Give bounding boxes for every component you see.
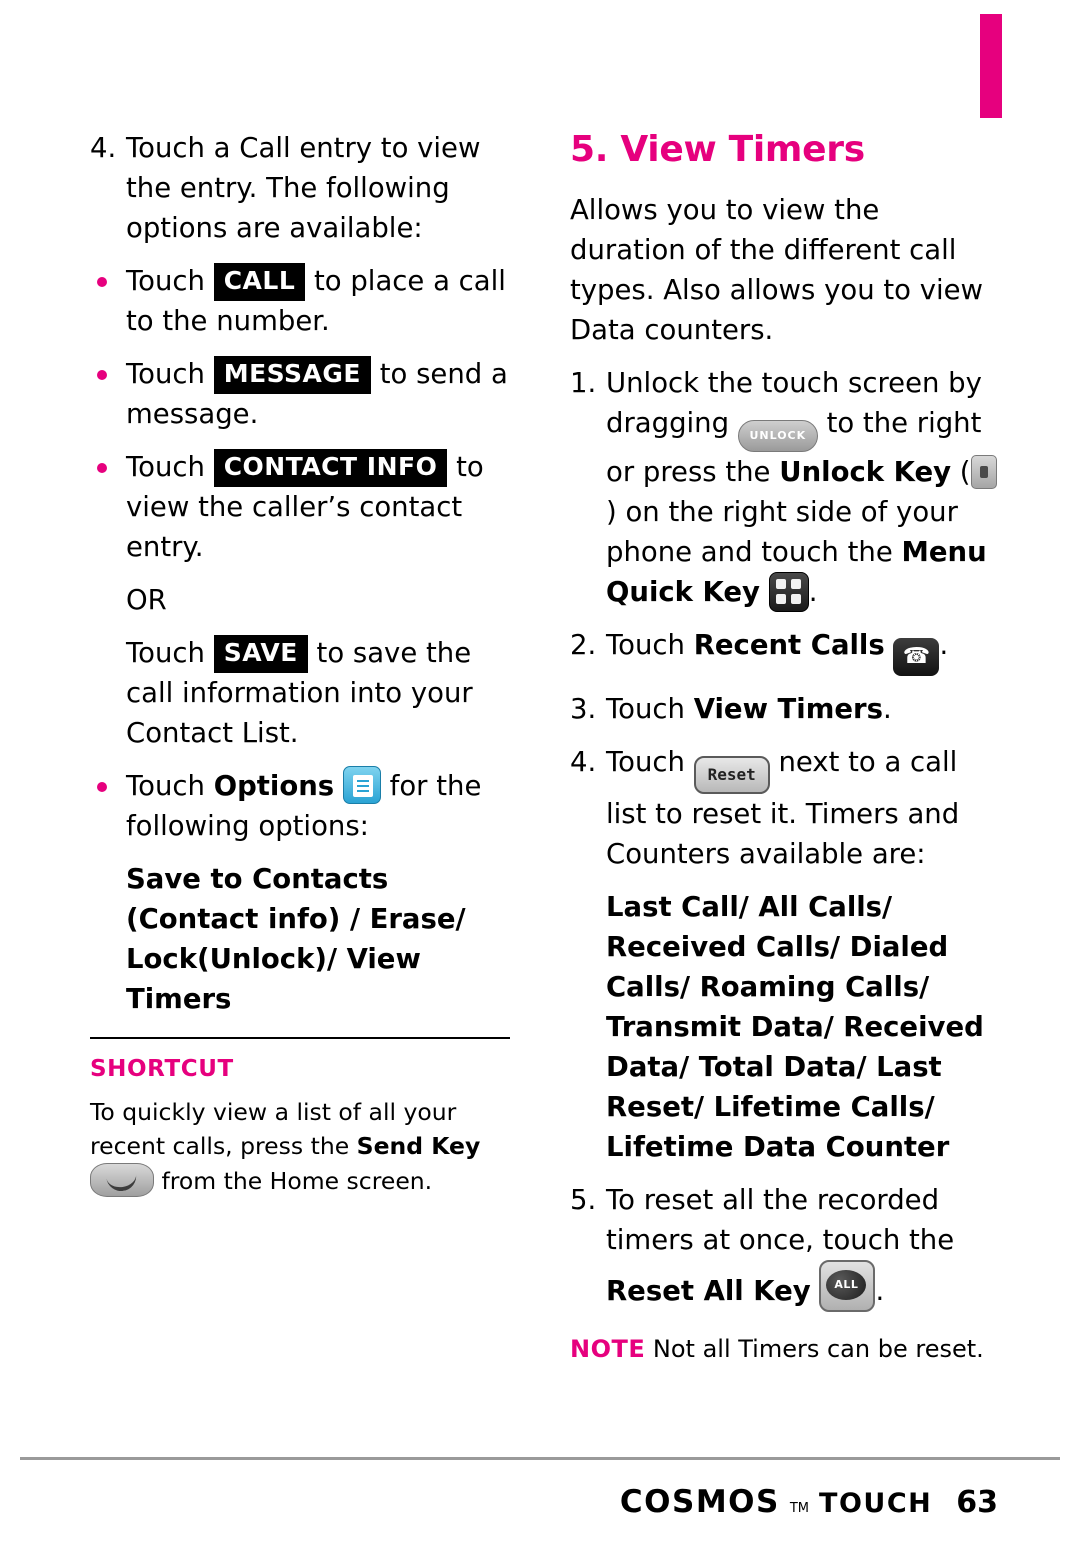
reset-button-icon: Reset bbox=[693, 756, 770, 794]
step5-post: . bbox=[875, 1275, 885, 1307]
bullet-message-pre: Touch bbox=[126, 358, 205, 390]
left-step-4: 4. Touch a Call entry to view the entry.… bbox=[90, 128, 510, 248]
right-step-4-number: 4. bbox=[570, 746, 597, 778]
right-step-2: 2. Touch Recent Calls ☎. bbox=[570, 625, 1000, 676]
brand-name: COSMOS bbox=[619, 1484, 780, 1520]
right-step-2-number: 2. bbox=[570, 629, 597, 661]
brand-subname: TOUCH bbox=[819, 1488, 933, 1519]
note-label: NOTE bbox=[570, 1335, 646, 1363]
bullet-call-pre: Touch bbox=[126, 265, 205, 297]
left-column: 4. Touch a Call entry to view the entry.… bbox=[90, 128, 510, 1198]
page-footer: COSMOS TM TOUCH 63 bbox=[620, 1484, 998, 1520]
manual-page: 4. Touch a Call entry to view the entry.… bbox=[0, 0, 1080, 1552]
bullet-options: Touch Options for the following options: bbox=[90, 766, 510, 846]
right-step-1: 1. Unlock the touch screen by dragging U… bbox=[570, 363, 1000, 612]
bullet-contact-pre: Touch bbox=[126, 451, 205, 483]
recent-calls-bold: Recent Calls bbox=[693, 629, 885, 661]
reset-all-key-icon bbox=[819, 1260, 876, 1312]
options-list-icon bbox=[342, 766, 381, 804]
left-step-4-number: 4. bbox=[90, 132, 117, 164]
bullet-contact-info: Touch CONTACT INFO to view the caller’s … bbox=[90, 447, 510, 567]
page-tab-marker bbox=[980, 14, 1002, 118]
save-pre: Touch bbox=[126, 637, 205, 669]
step4-pre: Touch bbox=[606, 746, 685, 778]
bullet-message: Touch MESSAGE to send a message. bbox=[90, 354, 510, 434]
save-paragraph: Touch SAVE to save the call information … bbox=[90, 633, 510, 753]
left-step-4-text: Touch a Call entry to view the entry. Th… bbox=[126, 132, 481, 244]
right-step-4: 4. Touch Reset next to a call list to re… bbox=[570, 742, 1000, 874]
section-heading: 5. View Timers bbox=[570, 129, 865, 170]
step5-pre: To reset all the recorded timers at once… bbox=[606, 1184, 955, 1256]
message-key-label: MESSAGE bbox=[213, 356, 371, 394]
right-step-3-number: 3. bbox=[570, 693, 597, 725]
bullet-dot-icon bbox=[97, 782, 107, 792]
section-intro: Allows you to view the duration of the d… bbox=[570, 194, 984, 346]
unlock-key-icon bbox=[970, 455, 997, 489]
step3-post: . bbox=[882, 693, 892, 725]
right-step-3: 3. Touch View Timers. bbox=[570, 689, 1000, 729]
save-key-label: SAVE bbox=[213, 635, 308, 673]
step3-pre: Touch bbox=[606, 693, 685, 725]
paren-close: ) bbox=[606, 496, 617, 528]
step2-pre: Touch bbox=[606, 629, 685, 661]
page-number: 63 bbox=[956, 1485, 998, 1520]
brand-trademark: TM bbox=[789, 1501, 810, 1516]
options-bold: Options bbox=[213, 770, 335, 802]
menu-quick-key-icon bbox=[768, 572, 809, 612]
footer-divider bbox=[20, 1457, 1060, 1460]
view-timers-bold: View Timers bbox=[693, 693, 883, 725]
shortcut-bold: Send Key bbox=[356, 1132, 481, 1160]
timers-list-text: Last Call/ All Calls/ Received Calls/ Di… bbox=[606, 891, 984, 1163]
unlock-key-bold: Unlock Key bbox=[779, 456, 952, 488]
note-text: Not all Timers can be reset. bbox=[652, 1335, 984, 1363]
options-list-text: Save to Contacts (Contact info) / Erase/… bbox=[126, 863, 466, 1015]
bullet-dot-icon bbox=[97, 370, 107, 380]
paren-open: ( bbox=[959, 456, 971, 488]
options-pre: Touch bbox=[126, 770, 205, 802]
step2-post: . bbox=[939, 629, 949, 661]
unlock-slider-icon: UNLOCK bbox=[737, 420, 818, 452]
right-step-5-number: 5. bbox=[570, 1184, 597, 1216]
shortcut-body: To quickly view a list of all your recen… bbox=[90, 1095, 510, 1198]
shortcut-title: SHORTCUT bbox=[90, 1056, 234, 1082]
bullet-dot-icon bbox=[97, 277, 107, 287]
send-key-icon bbox=[90, 1163, 154, 1197]
step1-part4: . bbox=[808, 576, 818, 608]
bullet-call: Touch CALL to place a call to the number… bbox=[90, 261, 510, 341]
right-step-1-number: 1. bbox=[570, 367, 597, 399]
or-text: OR bbox=[126, 584, 167, 616]
shortcut-part2: from the Home screen. bbox=[161, 1167, 433, 1195]
reset-all-key-bold: Reset All Key bbox=[606, 1275, 811, 1307]
right-step-5: 5. To reset all the recorded timers at o… bbox=[570, 1180, 1000, 1312]
call-key-label: CALL bbox=[213, 263, 306, 301]
bullet-dot-icon bbox=[97, 463, 107, 473]
right-column: 5. View Timers Allows you to view the du… bbox=[570, 128, 1000, 1379]
shortcut-divider bbox=[90, 1037, 510, 1039]
contact-info-key-label: CONTACT INFO bbox=[213, 449, 448, 487]
recent-calls-icon: ☎ bbox=[893, 638, 940, 676]
note-line: NOTE Not all Timers can be reset. bbox=[570, 1332, 1000, 1366]
